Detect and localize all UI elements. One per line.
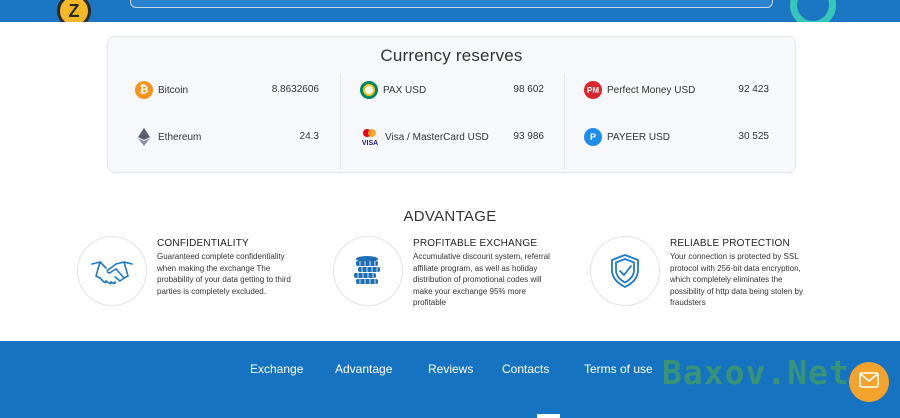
shield-check-icon [590, 236, 660, 306]
reserve-name: Ethereum [158, 131, 202, 143]
svg-text:VISA: VISA [362, 140, 378, 146]
perfect-money-icon: PM [584, 81, 602, 99]
advantage-text: Guaranteed complete confidentiality when… [157, 252, 291, 296]
zcash-icon: Z [57, 0, 91, 22]
reserve-amount: 24.3 [299, 131, 319, 142]
footer-link-terms[interactable]: Terms of use [584, 362, 653, 376]
reserve-amount: 30 525 [738, 131, 769, 142]
advantage-heading: CONFIDENTIALITY [157, 238, 249, 249]
reserve-amount: 93 986 [513, 131, 544, 142]
reserve-item-pax-usd: PAX USD [360, 80, 426, 100]
top-band: Z [0, 0, 900, 22]
column-divider [340, 73, 341, 169]
reserves-title: Currency reserves [380, 46, 523, 65]
advantage-title: ADVANTAGE [403, 208, 497, 225]
advantage-text: Accumulative discount system, referral a… [413, 252, 550, 307]
reserve-item-payeer: P PAYEER USD [584, 127, 670, 147]
footer-link-reviews[interactable]: Reviews [428, 362, 473, 376]
footer-tab-indicator [537, 414, 560, 418]
reserve-amount: 92 423 [738, 84, 769, 95]
ethereum-icon [135, 128, 153, 146]
payeer-icon: P [584, 128, 602, 146]
reserve-name: PAYEER USD [607, 131, 670, 143]
reserve-name: Bitcoin [158, 84, 189, 96]
watermark: Baxov.Net [662, 353, 850, 392]
coins-icon [333, 236, 403, 306]
reserve-item-bitcoin: ₿ Bitcoin [135, 80, 188, 100]
reserve-item-ethereum: Ethereum [135, 127, 201, 147]
bitcoin-icon: ₿ [135, 81, 153, 99]
visa-mastercard-icon: VISA [360, 128, 380, 146]
reserve-item-perfect-money: PM Perfect Money USD [584, 80, 695, 100]
advantage-text: Your connection is protected by SSL prot… [670, 252, 803, 307]
handshake-icon [77, 236, 147, 306]
footer-link-advantage[interactable]: Advantage [335, 362, 392, 376]
column-divider [564, 73, 565, 169]
chat-button[interactable] [849, 362, 889, 402]
reserve-name: Perfect Money USD [607, 84, 696, 96]
reserve-item-visa-mastercard: VISA Visa / MasterCard USD [360, 127, 489, 147]
pax-icon [360, 81, 378, 99]
reserve-amount: 98 602 [513, 84, 544, 95]
mail-icon [859, 371, 879, 393]
currency-reserves-panel: Currency reserves ₿ Bitcoin 8.8632606 Et… [107, 36, 796, 173]
reserve-name: PAX USD [383, 84, 427, 96]
exchange-form-edge [130, 0, 773, 8]
teal-coin-icon [790, 0, 836, 22]
advantage-heading: PROFITABLE EXCHANGE [413, 238, 538, 249]
advantage-heading: RELIABLE PROTECTION [670, 238, 790, 249]
footer: Exchange Advantage Reviews Contacts Term… [0, 341, 900, 418]
footer-link-contacts[interactable]: Contacts [502, 362, 549, 376]
reserve-amount: 8.8632606 [271, 84, 319, 95]
footer-link-exchange[interactable]: Exchange [250, 362, 303, 376]
